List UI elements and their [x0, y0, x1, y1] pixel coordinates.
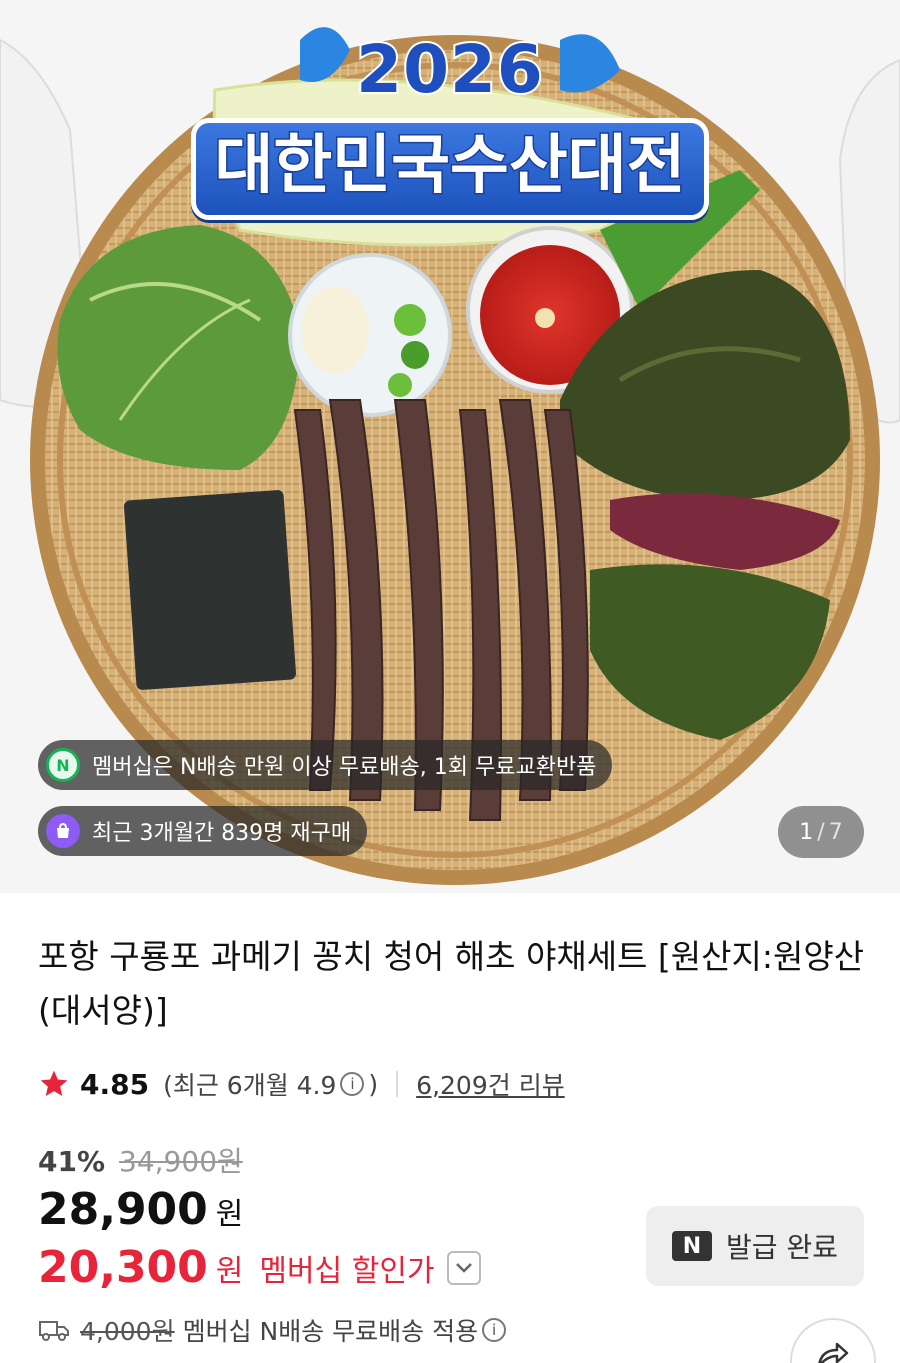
- counter-separator: /: [817, 819, 825, 845]
- membership-benefit-text: 멤버십은 N배송 만원 이상 무료배송, 1회 무료교환반품: [92, 755, 597, 780]
- coupon-label: 발급 완료: [726, 1231, 838, 1264]
- star-icon: [40, 1070, 68, 1096]
- n-delivery-icon: N: [46, 748, 80, 782]
- product-image-carousel[interactable]: 2026 대한민국수산대전 N 멤버십은 N배송 만원 이상 무료배송, 1회 …: [0, 0, 900, 893]
- truck-icon: [39, 1321, 69, 1341]
- price-row: 28,900 원: [38, 1184, 243, 1235]
- image-counter: 1 / 7: [778, 806, 864, 858]
- product-title: 포항 구룡포 과메기 꽁치 청어 해초 야채세트 [원산지:원양산(대서양)]: [38, 937, 865, 1030]
- share-icon: [818, 1342, 849, 1363]
- rating-value: 4.85: [80, 1067, 150, 1101]
- banner-year: 2026: [354, 29, 545, 110]
- shopping-bag-icon: [46, 814, 80, 848]
- member-price-row: 20,300 원 멤버십 할인가: [38, 1242, 481, 1293]
- rating-divider: [396, 1071, 399, 1097]
- counter-current: 1: [799, 819, 814, 845]
- coupon-issued-button[interactable]: N 발급 완료: [646, 1206, 864, 1286]
- recent-rating-close: ): [368, 1069, 379, 1099]
- shipping-text: 멤버십 N배송 무료배송 적용: [182, 1317, 479, 1346]
- sale-price: 28,900: [38, 1184, 208, 1235]
- discount-percent: 41%: [38, 1145, 106, 1178]
- shipping-row: 4,000원 멤버십 N배송 무료배송 적용 i: [38, 1312, 510, 1348]
- counter-total: 7: [828, 819, 843, 845]
- chevron-down-icon[interactable]: [446, 1250, 481, 1285]
- member-price: 20,300: [38, 1242, 208, 1293]
- info-icon[interactable]: i: [340, 1072, 365, 1096]
- original-price: 34,900원: [119, 1145, 243, 1178]
- share-button[interactable]: [790, 1318, 876, 1363]
- member-price-label: 멤버십 할인가: [259, 1253, 435, 1289]
- recent-rating-text: (최근 6개월 4.9: [163, 1071, 337, 1100]
- membership-benefit-pill[interactable]: N 멤버십은 N배송 만원 이상 무료배송, 1회 무료교환반품: [38, 740, 613, 790]
- repurchase-pill[interactable]: 최근 3개월간 839명 재구매: [38, 806, 368, 856]
- sale-price-unit: 원: [215, 1197, 244, 1232]
- discount-row: 41% 34,900원: [38, 1140, 243, 1180]
- shipping-info-icon[interactable]: i: [482, 1318, 507, 1342]
- repurchase-text: 최근 3개월간 839명 재구매: [92, 821, 352, 846]
- event-banner: 2026 대한민국수산대전: [190, 29, 710, 230]
- review-count-link[interactable]: 6,209건 리뷰: [416, 1066, 565, 1102]
- banner-title: 대한민국수산대전: [191, 118, 709, 220]
- shipping-old-fee: 4,000원: [80, 1317, 175, 1346]
- member-price-unit: 원: [215, 1253, 244, 1289]
- rating-row: 4.85 (최근 6개월 4.9 i ) 6,209건 리뷰: [38, 1066, 565, 1102]
- n-pay-icon: N: [672, 1231, 713, 1261]
